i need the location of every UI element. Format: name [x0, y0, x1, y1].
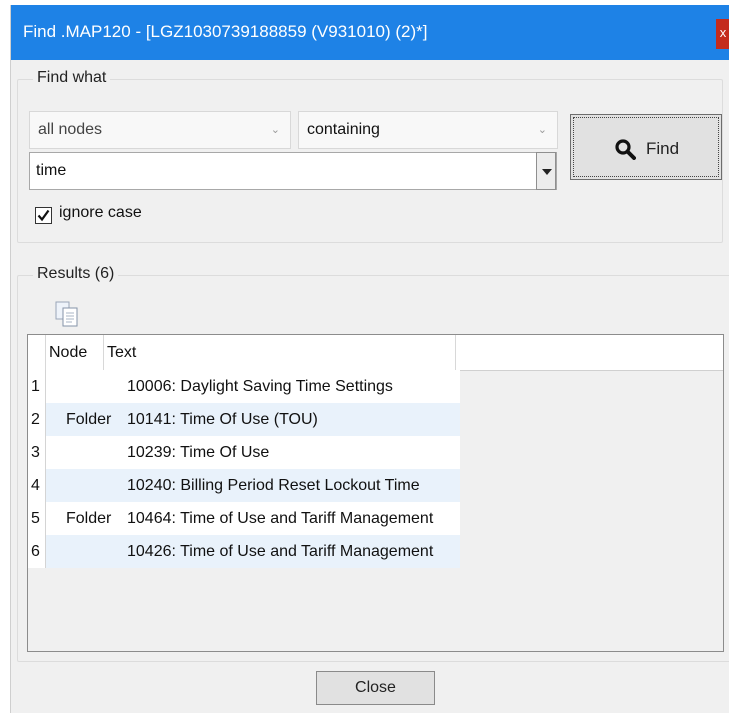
scope-select[interactable]: all nodes ⌄ [29, 111, 291, 149]
search-input-value: time [36, 162, 67, 179]
search-icon [615, 139, 636, 160]
text-cell: 10464: Time of Use and Tariff Management [127, 510, 434, 527]
match-select-value: containing [307, 121, 380, 138]
table-row[interactable]: 6 10426: Time of Use and Tariff Manageme… [28, 535, 723, 568]
match-select[interactable]: containing ⌄ [298, 111, 558, 149]
results-grid[interactable]: Node Text 1 10006: Daylight Saving Time … [27, 334, 724, 652]
text-cell: 10006: Daylight Saving Time Settings [127, 378, 393, 395]
window-title: Find .MAP120 - [LGZ1030739188859 (V93101… [23, 22, 428, 41]
grid-header: Node Text [28, 335, 723, 371]
node-cell: Folder [66, 411, 112, 428]
row-number-header [28, 335, 46, 370]
chevron-down-icon: ⌄ [537, 124, 547, 136]
find-button-label: Find [646, 139, 680, 158]
find-button[interactable]: Find [570, 114, 722, 180]
table-row[interactable]: 5 Folder 10464: Time of Use and Tariff M… [28, 502, 723, 535]
row-number: 1 [28, 370, 46, 403]
text-cell: 10141: Time Of Use (TOU) [127, 411, 318, 428]
row-body: 10426: Time of Use and Tariff Management [46, 535, 460, 568]
search-history-dropdown-button[interactable] [536, 152, 556, 190]
table-row[interactable]: 4 10240: Billing Period Reset Lockout Ti… [28, 469, 723, 502]
row-body: Folder 10141: Time Of Use (TOU) [46, 403, 460, 436]
column-header-text[interactable]: Text [104, 335, 456, 370]
close-button[interactable]: Close [316, 671, 435, 705]
row-number: 4 [28, 469, 46, 502]
copy-icon[interactable] [55, 301, 79, 327]
table-row[interactable]: 1 10006: Daylight Saving Time Settings [28, 370, 723, 403]
text-cell: 10426: Time of Use and Tariff Management [127, 543, 434, 560]
text-cell: 10240: Billing Period Reset Lockout Time [127, 477, 420, 494]
table-row[interactable]: 2 Folder 10141: Time Of Use (TOU) [28, 403, 723, 436]
results-label: Results (6) [33, 265, 119, 283]
row-number: 2 [28, 403, 46, 436]
window-close-button[interactable]: x [716, 19, 729, 49]
title-bar[interactable]: Find .MAP120 - [LGZ1030739188859 (V93101… [11, 5, 729, 60]
row-number: 6 [28, 535, 46, 568]
row-body: Folder 10464: Time of Use and Tariff Man… [46, 502, 460, 535]
row-body: 10240: Billing Period Reset Lockout Time [46, 469, 460, 502]
row-number: 5 [28, 502, 46, 535]
text-cell: 10239: Time Of Use [127, 444, 270, 461]
find-dialog: Find .MAP120 - [LGZ1030739188859 (V93101… [10, 5, 729, 713]
row-body: 10239: Time Of Use [46, 436, 460, 469]
table-row[interactable]: 3 10239: Time Of Use [28, 436, 723, 469]
column-header-node[interactable]: Node [46, 335, 104, 370]
checkmark-icon [37, 209, 50, 222]
ignore-case-label[interactable]: ignore case [59, 204, 142, 222]
node-cell: Folder [66, 510, 112, 527]
row-number: 3 [28, 436, 46, 469]
find-what-label: Find what [33, 69, 111, 87]
row-body: 10006: Daylight Saving Time Settings [46, 370, 460, 403]
search-input[interactable]: time [29, 152, 557, 190]
ignore-case-checkbox[interactable] [35, 207, 52, 224]
scope-select-value: all nodes [38, 121, 103, 138]
chevron-down-icon: ⌄ [270, 124, 280, 136]
